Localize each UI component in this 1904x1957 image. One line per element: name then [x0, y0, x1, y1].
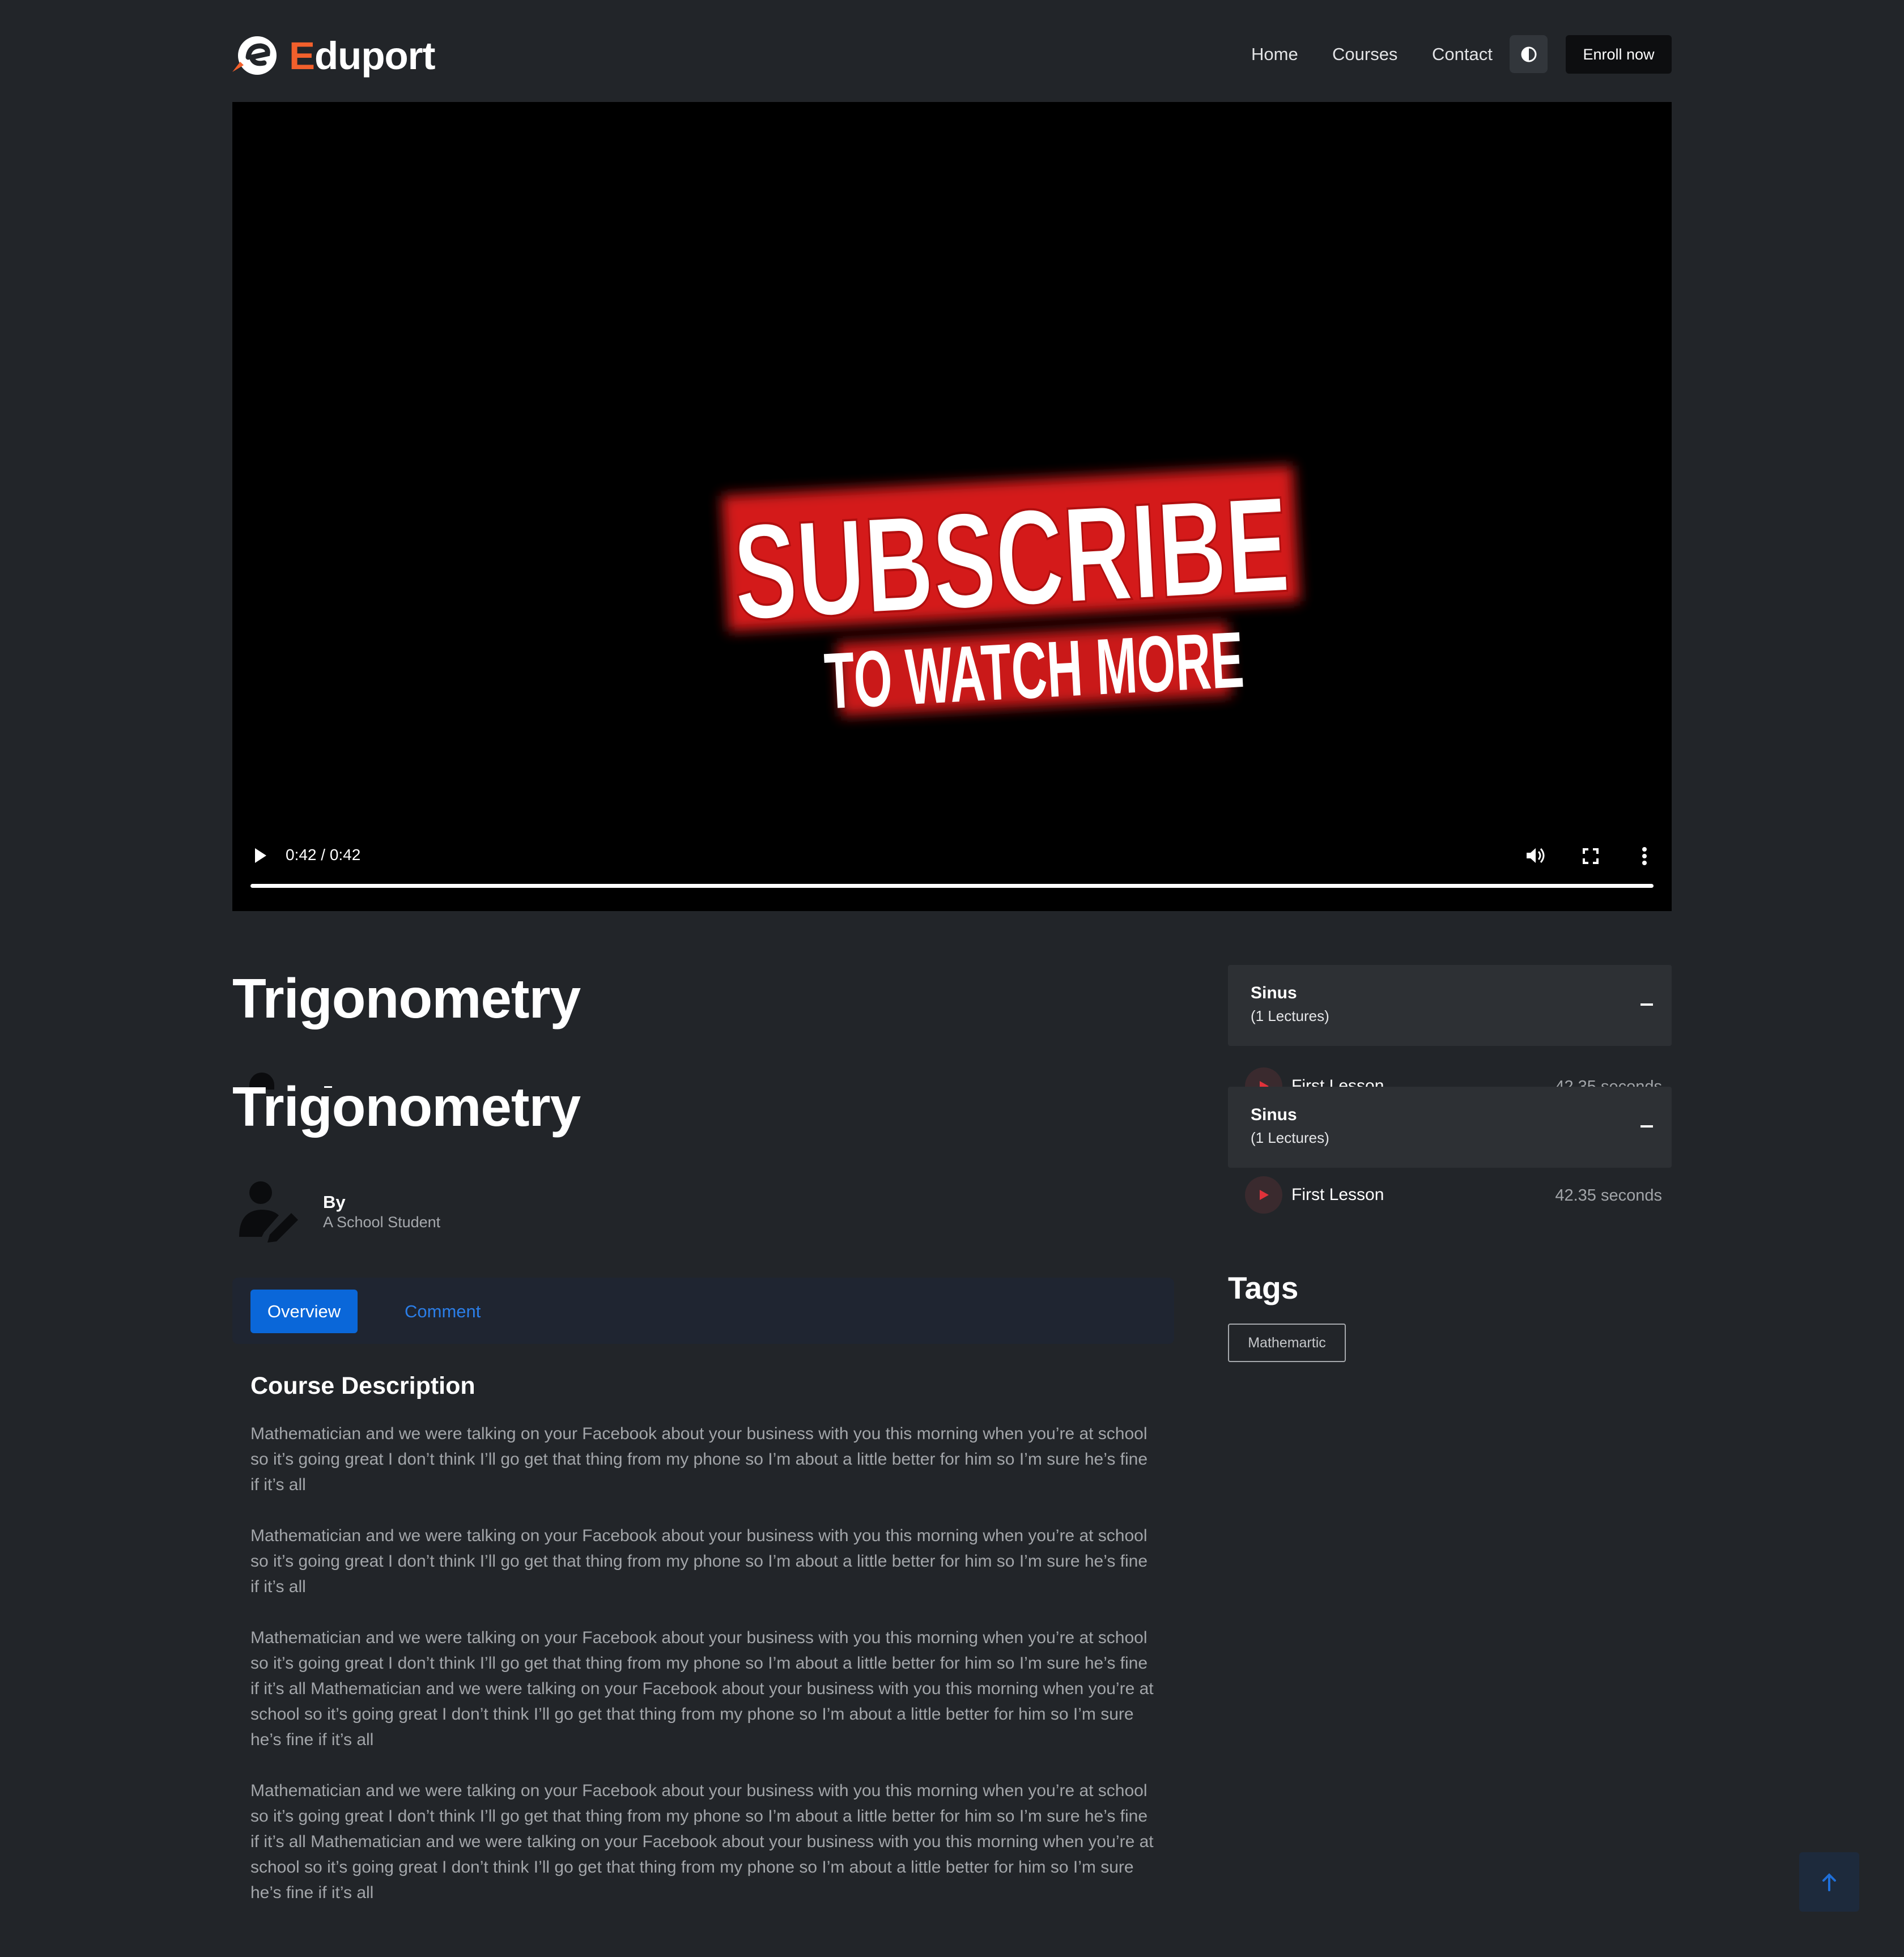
- course-description-title: Course Description: [250, 1372, 475, 1399]
- tag-mathemartic[interactable]: Mathemartic: [1228, 1324, 1346, 1362]
- tab-overview[interactable]: Overview: [250, 1290, 358, 1333]
- section-lecture-count: (1 Lectures): [1251, 1007, 1329, 1024]
- minus-icon[interactable]: [1640, 1125, 1653, 1128]
- author-name[interactable]: A School Student: [323, 1214, 440, 1231]
- video-time: 0:42 / 0:42: [286, 846, 361, 863]
- paragraph-line: he’s fine if it’s all: [250, 1883, 374, 1902]
- paragraph-line: Mathematician and we were talking on you…: [250, 1526, 1148, 1545]
- volume-icon[interactable]: [1525, 846, 1546, 865]
- enroll-now-button[interactable]: Enroll now: [1566, 35, 1672, 74]
- paragraph-line: Mathematician and we were talking on you…: [250, 1628, 1148, 1647]
- paragraph-line: so it’s going great I don’t think I’ll g…: [250, 1552, 1148, 1571]
- paragraph-line: school so it’s going great I don’t think…: [250, 1858, 1134, 1877]
- paragraph-line: school so it’s going great I don’t think…: [250, 1705, 1134, 1724]
- fullscreen-icon[interactable]: [1583, 848, 1599, 864]
- nav-courses[interactable]: Courses: [1332, 44, 1397, 65]
- description-paragraph: Mathematician and we were talking on you…: [250, 1421, 1157, 1497]
- paragraph-line: if it’s all Mathematician and we were ta…: [250, 1832, 1154, 1851]
- section-title: Sinus: [1251, 1105, 1297, 1124]
- section-header-sinus[interactable]: Sinus (1 Lectures): [1228, 1087, 1672, 1168]
- description-paragraph: Mathematician and we were talking on you…: [250, 1625, 1157, 1752]
- play-icon[interactable]: [254, 848, 267, 863]
- description-paragraph: Mathematician and we were talking on you…: [250, 1778, 1157, 1905]
- arrow-up-icon: [1822, 1873, 1836, 1891]
- nav-home[interactable]: Home: [1251, 44, 1298, 65]
- description-paragraph: Mathematician and we were talking on you…: [250, 1523, 1157, 1599]
- video-player[interactable]: SUBSCRIBE TO WATCH MORE 0:42 / 0:42: [232, 102, 1672, 911]
- paragraph-line: he’s fine if it’s all: [250, 1730, 374, 1749]
- lesson-row[interactable]: First Lesson 42.35 seconds: [1245, 1176, 1662, 1214]
- video-progress-bar[interactable]: [250, 884, 1654, 888]
- eduport-logo-icon: [231, 31, 280, 80]
- paragraph-line: if it’s all: [250, 1577, 306, 1596]
- theme-toggle-button[interactable]: [1510, 35, 1548, 73]
- paragraph-line: Mathematician and we were talking on you…: [250, 1424, 1148, 1443]
- minus-icon[interactable]: [1640, 1003, 1653, 1006]
- brand-logo[interactable]: Eduport: [231, 31, 435, 80]
- section-lecture-count: (1 Lectures): [1251, 1129, 1329, 1146]
- tab-comment[interactable]: Comment: [405, 1301, 481, 1322]
- paragraph-line: if it’s all: [250, 1475, 306, 1494]
- section-title: Sinus: [1251, 984, 1297, 1002]
- paragraph-line: so it’s going great I don’t think I’ll g…: [250, 1450, 1148, 1469]
- brand-name: Eduport: [289, 33, 435, 78]
- author-label: By: [323, 1192, 346, 1212]
- course-title-repeat: Trigonometry: [232, 1075, 581, 1138]
- paragraph-line: so it’s going great I don’t think I’ll g…: [250, 1807, 1148, 1826]
- paragraph-line: if it’s all Mathematician and we were ta…: [250, 1679, 1154, 1698]
- course-title: Trigonometry: [232, 967, 581, 1029]
- play-circle-icon: [1245, 1176, 1282, 1214]
- section-header-sinus[interactable]: Sinus (1 Lectures): [1228, 965, 1672, 1046]
- paragraph-line: so it’s going great I don’t think I’ll g…: [250, 1654, 1148, 1673]
- tab-bar: [232, 1278, 1174, 1344]
- tags-title: Tags: [1228, 1270, 1299, 1305]
- nav-contact[interactable]: Contact: [1432, 44, 1493, 65]
- user-edit-icon: [239, 1181, 298, 1243]
- lesson-title: First Lesson: [1291, 1185, 1384, 1204]
- lesson-duration: 42.35 seconds: [1555, 1186, 1662, 1205]
- contrast-icon: [1521, 46, 1536, 62]
- subscribe-overlay: SUBSCRIBE TO WATCH MORE: [721, 465, 1300, 726]
- more-vertical-icon[interactable]: [1642, 846, 1647, 866]
- back-to-top-button[interactable]: [1799, 1852, 1859, 1912]
- paragraph-line: Mathematician and we were talking on you…: [250, 1781, 1148, 1800]
